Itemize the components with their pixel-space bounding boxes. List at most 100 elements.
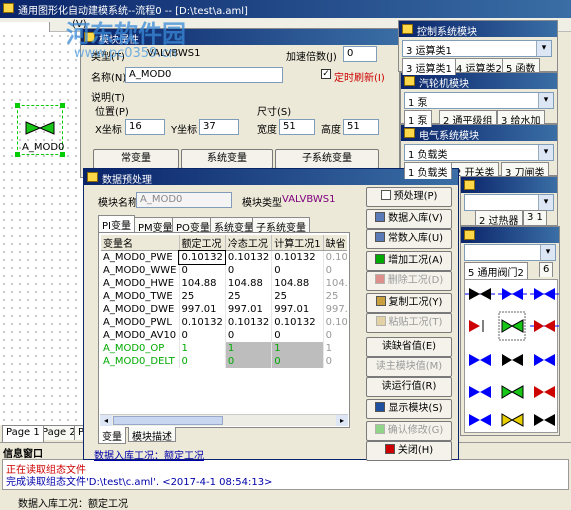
x-input[interactable]: 16 — [125, 119, 165, 135]
valve-icon-5[interactable] — [498, 311, 526, 341]
palette-turbine-tab-2[interactable]: 2 通平级组 — [439, 110, 497, 127]
valve-icon-7[interactable] — [469, 354, 491, 366]
page-tab-1[interactable]: Page 1 — [2, 425, 44, 442]
tab-pm-vars[interactable]: PM变量 — [134, 217, 177, 234]
palette-boiler-select[interactable] — [464, 194, 554, 211]
var-value-cell[interactable]: 997. — [323, 302, 347, 316]
tab-subsys-vars[interactable]: 子系统变量 — [252, 217, 310, 234]
var-value-cell[interactable]: 0 — [271, 263, 324, 277]
palette-control-select[interactable]: 3 运算类1 — [402, 40, 552, 57]
h-input[interactable]: 51 — [343, 119, 379, 135]
col-cold[interactable]: 冷态工况 — [225, 235, 273, 251]
action-button-5[interactable]: 复制工况(Y) — [366, 293, 452, 313]
tab-module-desc[interactable]: 模块描述 — [128, 427, 176, 443]
palette-control-tab-2[interactable]: 4 运算类2 — [452, 58, 506, 75]
var-value-cell[interactable]: 0 — [271, 354, 324, 368]
subsys-var-button[interactable]: 子系统变量 — [275, 149, 379, 169]
table-row[interactable]: A_MOD0_AV10 0 0 0 0 — [101, 328, 347, 342]
tab-variables[interactable]: 变量 — [98, 427, 126, 444]
palette-control-tab-3[interactable]: 5 函数 — [502, 58, 540, 75]
var-value-cell[interactable]: 0.10132 — [225, 250, 273, 264]
valve-icon-2[interactable] — [498, 288, 527, 300]
tab-pi-vars[interactable]: PI变量 — [98, 215, 135, 232]
palette-boiler-tab-2[interactable]: 3 1 — [523, 210, 547, 225]
palette-valves-tab-2[interactable]: 6 — [539, 262, 554, 277]
palette-control-tab-1[interactable]: 3 运算类1 — [402, 58, 456, 75]
timer-checkbox[interactable]: ✓ — [321, 69, 331, 79]
var-value-cell[interactable]: 0 — [271, 328, 324, 342]
action-button-3[interactable]: 增加工况(A) — [366, 251, 452, 271]
valve-icon-13[interactable] — [469, 414, 491, 426]
var-value-cell[interactable]: 0.10 — [323, 250, 347, 264]
scroll-right-arrow[interactable]: ▸ — [336, 415, 348, 426]
valve-icon-10[interactable] — [469, 386, 491, 398]
valve-icon-12[interactable] — [534, 386, 555, 398]
col-var-name[interactable]: 变量名 — [101, 235, 180, 251]
valve-icon-8[interactable] — [502, 354, 523, 366]
var-value-cell[interactable]: 0 — [225, 328, 273, 342]
var-value-cell[interactable]: 0.10132 — [271, 250, 324, 264]
table-row[interactable]: A_MOD0_TWE 25 25 25 25 — [101, 289, 347, 303]
table-row[interactable]: A_MOD0_DELT 0 0 0 0 — [101, 354, 347, 368]
action-button-6[interactable]: 粘贴工况(T) — [366, 313, 452, 333]
var-value-cell[interactable]: 997.01 — [225, 302, 273, 316]
valve-icon-9[interactable] — [534, 354, 555, 366]
name-input[interactable]: A_MOD0 — [125, 67, 283, 83]
var-value-cell[interactable]: 104.88 — [225, 276, 273, 290]
tab-po-vars[interactable]: PO变量 — [172, 217, 214, 234]
valve-icon-6[interactable] — [530, 320, 559, 332]
var-value-cell[interactable]: 25 — [271, 289, 324, 303]
palette-boiler-tab-1[interactable]: 2 过热器 — [475, 210, 523, 227]
sys-var-button[interactable]: 系统变量 — [181, 149, 273, 169]
palette-turbine-select[interactable]: 1 泵 — [404, 92, 554, 109]
var-value-cell[interactable]: 997.01 — [271, 302, 324, 316]
var-value-cell[interactable]: 0 — [225, 354, 273, 368]
var-value-cell[interactable]: 0 — [323, 328, 347, 342]
table-row[interactable]: A_MOD0_PWL 0.10132 0.10132 0.10132 0.10 — [101, 315, 347, 329]
valve-icon-3[interactable] — [530, 288, 559, 300]
var-value-cell[interactable]: 1 — [271, 341, 324, 355]
palette-electric-tab-3[interactable]: 3 刀闸类 — [501, 162, 549, 179]
var-value-cell[interactable]: 0 — [179, 354, 226, 368]
action-button-7[interactable]: 读缺省值(E) — [366, 337, 452, 357]
valve-icon-1[interactable] — [465, 288, 495, 300]
scroll-thumb[interactable] — [113, 416, 223, 425]
palette-valves-tab-1[interactable]: 5 通用阀门2 — [464, 262, 528, 279]
table-row[interactable]: A_MOD0_DWE 997.01 997.01 997.01 997. — [101, 302, 347, 316]
var-value-cell[interactable]: 0 — [179, 328, 226, 342]
var-value-cell[interactable]: 104.88 — [179, 276, 226, 290]
w-input[interactable]: 51 — [279, 119, 315, 135]
var-value-cell[interactable]: 1 — [179, 341, 226, 355]
horizontal-scrollbar[interactable]: ◂ ▸ — [100, 414, 348, 426]
var-value-cell[interactable]: 104. — [323, 276, 347, 290]
const-var-button[interactable]: 常变量 — [93, 149, 179, 169]
palette-electric-tab-1[interactable]: 1 负载类 — [404, 162, 452, 179]
var-value-cell[interactable]: 0 — [225, 263, 273, 277]
action-button-12[interactable]: 关闭(H) — [366, 441, 452, 461]
var-value-cell[interactable]: 0 — [323, 354, 347, 368]
var-value-cell[interactable]: 0 — [179, 263, 226, 277]
palette-electric-select[interactable]: 1 负载类 — [404, 144, 554, 161]
valve-icon-11[interactable] — [501, 385, 524, 399]
col-calc1[interactable]: 计算工况1 — [271, 235, 324, 251]
var-value-cell[interactable]: 0.10132 — [177, 249, 227, 265]
var-value-cell[interactable]: 0 — [323, 263, 347, 277]
table-row[interactable]: A_MOD0_OP 1 1 1 1 — [101, 341, 347, 355]
action-button-9[interactable]: 读运行值(R) — [366, 377, 452, 397]
handle-tl[interactable] — [15, 103, 20, 108]
valve-icon-15[interactable] — [534, 414, 555, 426]
handle-tr[interactable] — [60, 103, 65, 108]
valve-icon-14[interactable] — [501, 413, 524, 427]
var-value-cell[interactable]: 25 — [225, 289, 273, 303]
table-row[interactable]: A_MOD0_WWE 0 0 0 0 — [101, 263, 347, 277]
action-button-10[interactable]: 显示模块(S) — [366, 399, 452, 419]
action-button-2[interactable]: 常数入库(U) — [366, 229, 452, 249]
action-button-0[interactable]: 预处理(P) — [366, 187, 452, 207]
scroll-left-arrow[interactable]: ◂ — [100, 415, 112, 426]
tab-sys-vars[interactable]: 系统变量 — [210, 217, 258, 234]
action-button-8[interactable]: 读主模块值(M) — [366, 357, 452, 377]
var-value-cell[interactable]: 0.10132 — [271, 315, 324, 329]
var-value-cell[interactable]: 997.01 — [179, 302, 226, 316]
var-value-cell[interactable]: 0.10132 — [225, 315, 273, 329]
palette-turbine-tab-1[interactable]: 1 泵 — [404, 110, 432, 127]
